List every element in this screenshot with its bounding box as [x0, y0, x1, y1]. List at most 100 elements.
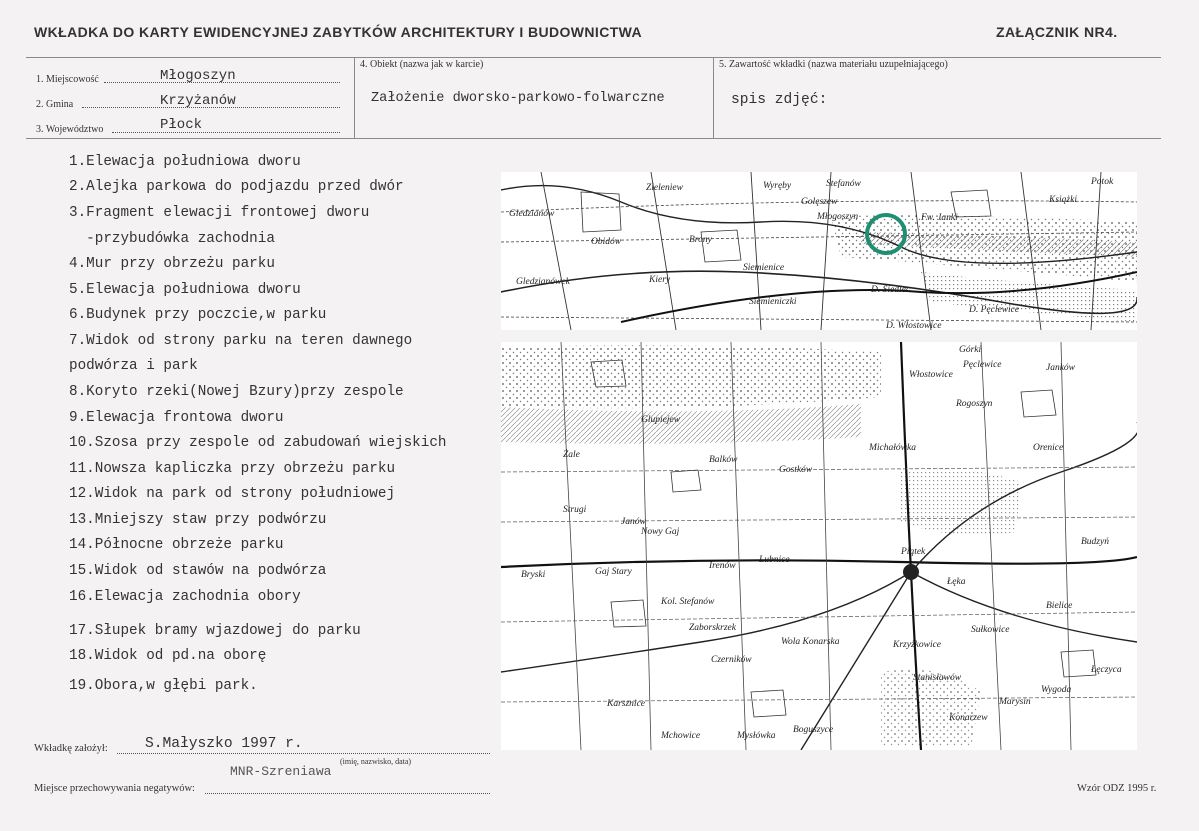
map-label: Orenice: [1033, 443, 1063, 453]
map-label: Boguszyce: [793, 725, 833, 735]
list-item: 14.Północne obrzeże parku: [69, 537, 284, 553]
map-label: Łęczyca: [1090, 665, 1122, 675]
list-item: 18.Widok od pd.na oborę: [69, 648, 267, 664]
negatywy-value: MNR-Szreniawa: [230, 764, 332, 779]
list-item: 16.Elewacja zachodnia obory: [69, 589, 301, 605]
dotted-leader: [117, 753, 490, 754]
list-item: 9.Elewacja frontowa dworu: [69, 410, 284, 426]
map-label: Wyręby: [763, 181, 792, 191]
zalozyl-hint: (imię, nazwisko, data): [340, 757, 412, 766]
map-label: Gledzianówek: [516, 277, 571, 287]
header-box-bottom: [26, 138, 1161, 139]
map-label: Gledzianów: [509, 209, 555, 219]
list-item: 5.Elewacja południowa dworu: [69, 282, 301, 298]
map-label: Nowy Gaj: [640, 527, 680, 537]
list-item: 13.Mniejszy staw przy podwórzu: [69, 512, 327, 528]
map-label: D. Siedlec: [870, 285, 911, 295]
field-label: 2. Gmina: [36, 99, 74, 110]
location-map: Stefanów Wyręby Zieleniew Potok Książki …: [501, 172, 1137, 750]
map-label: Krzyżkowice: [892, 640, 941, 650]
zalozyl-value: S.Małyszko 1997 r.: [145, 736, 303, 752]
map-label: Brony: [689, 235, 713, 245]
field-value: spis zdjęć:: [731, 92, 828, 108]
map-label: Konarzew: [948, 713, 988, 723]
map-label: D. Pęclewice: [968, 305, 1019, 315]
map-label: Budzyń: [1081, 537, 1109, 547]
form-template-version: Wzór ODZ 1995 r.: [1077, 783, 1157, 794]
field-label: 1. Miejscowość: [36, 74, 99, 85]
map-label: Książki: [1048, 195, 1077, 205]
field-label: 5. Zawartość wkładki (nazwa materiału uz…: [719, 59, 948, 70]
map-label: Irenów: [708, 561, 736, 571]
annex-number: ZAŁĄCZNIK NR4.: [996, 24, 1118, 40]
map-label: Górki: [959, 345, 982, 355]
map-label: Czerników: [711, 655, 752, 665]
form-title: WKŁADKA DO KARTY EWIDENCYJNEJ ZABYTKÓW A…: [34, 24, 643, 40]
map-label: Balków: [709, 455, 738, 465]
negatywy-label: Miejsce przechowywania negatywów:: [34, 783, 195, 794]
map-label: Sułkowice: [971, 625, 1010, 635]
map-label: Rogoszyn: [955, 399, 993, 409]
map-label: Mchowice: [660, 731, 700, 741]
list-item: 2.Alejka parkowa do podjazdu przed dwór: [69, 179, 404, 195]
field-label: 4. Obiekt (nazwa jak w karcie): [360, 59, 484, 70]
map-label: Lubnice: [758, 555, 790, 565]
map-label: Kol. Stefanów: [660, 596, 715, 607]
list-item: 11.Nowsza kapliczka przy obrzeżu parku: [69, 461, 396, 477]
map-label: Wygoda: [1041, 685, 1072, 695]
field-value: Płock: [160, 117, 203, 133]
field-value: Młogoszyn: [160, 68, 236, 84]
map-label: Karsznice: [606, 699, 645, 709]
header-divider-1: [354, 57, 355, 139]
header-divider-2: [713, 57, 714, 139]
map-label: Janów: [621, 517, 646, 527]
list-item: 12.Widok na park od strony południowej: [69, 486, 396, 502]
map-label: D. Włostowice: [885, 321, 941, 331]
map-label: Kiery: [648, 275, 671, 285]
map-label: Włostowice: [909, 370, 953, 380]
list-item: -przybudówka zachodnia: [69, 231, 275, 247]
map-label: Żale: [563, 448, 580, 460]
map-label: Zaborskrzek: [689, 623, 737, 633]
map-label: Obidów: [591, 237, 622, 247]
map-label: Zieleniew: [646, 183, 684, 193]
map-label: Stanisławów: [913, 673, 962, 683]
map-label: Wola Konarska: [781, 637, 840, 647]
map-label: Siemienice: [743, 263, 784, 273]
map-label: Janków: [1046, 363, 1076, 373]
map-label: Glupiejew: [641, 415, 681, 425]
list-item: 1.Elewacja południowa dworu: [69, 154, 301, 170]
dotted-leader: [205, 793, 490, 794]
list-item: 15.Widok od stawów na podwórza: [69, 563, 327, 579]
map-label: Golęszew: [801, 197, 838, 207]
map-label: Strugi: [563, 505, 587, 515]
field-value: Założenie dworsko-parkowo-folwarczne: [371, 91, 665, 106]
map-label: Mysłówka: [736, 731, 776, 741]
list-item: 3.Fragment elewacji frontowej dworu: [69, 205, 370, 221]
map-label: Fw. Janki: [920, 213, 958, 223]
dotted-leader: [112, 132, 340, 133]
field-value: Krzyżanów: [160, 93, 236, 109]
map-label: Potok: [1090, 177, 1114, 187]
map-label: Łęka: [946, 577, 966, 587]
map-label: Bryski: [521, 570, 546, 580]
list-item: podwórza i park: [69, 358, 198, 374]
map-label: Gostków: [779, 465, 813, 475]
list-item: 4.Mur przy obrzeżu parku: [69, 256, 275, 272]
map-label: Pęclewice: [962, 360, 1002, 370]
map-label: Młogoszyn: [816, 212, 858, 222]
map-label: Stefanów: [826, 178, 861, 189]
map-label: Michałówka: [868, 443, 916, 453]
map-label: Siemieniczki: [749, 297, 797, 307]
map-label: Piątek: [900, 547, 926, 557]
list-item: 19.Obora,w głębi park.: [69, 678, 258, 694]
list-item: 10.Szosa przy zespole od zabudowań wiejs…: [69, 435, 447, 451]
list-item: 8.Koryto rzeki(Nowej Bzury)przy zespole: [69, 384, 404, 400]
list-item: 17.Słupek bramy wjazdowej do parku: [69, 623, 361, 639]
map-panel-top: [501, 172, 1137, 330]
list-item: 7.Widok od strony parku na teren dawnego: [69, 333, 413, 349]
list-item: 6.Budynek przy poczcie,w parku: [69, 307, 327, 323]
map-label: Gaj Stary: [595, 567, 632, 577]
map-label: Bielice: [1046, 601, 1072, 611]
zalozyl-label: Wkładkę założył:: [34, 743, 108, 754]
